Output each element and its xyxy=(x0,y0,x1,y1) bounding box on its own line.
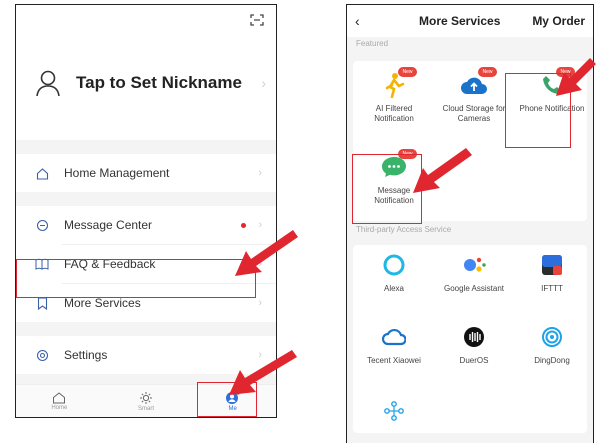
featured-section-label: Featured xyxy=(356,39,389,48)
service-cloud-storage[interactable]: New Cloud Storage for Cameras xyxy=(438,67,510,124)
new-badge: New xyxy=(398,67,417,77)
service-name: Google Assistant xyxy=(443,284,505,293)
service-network[interactable] xyxy=(358,395,430,427)
menu-group-1: Home Management › xyxy=(16,154,276,192)
service-google-assistant[interactable]: Google Assistant xyxy=(438,249,510,294)
xiaowei-icon xyxy=(382,328,406,346)
service-ifttt[interactable]: IFTTT xyxy=(516,249,588,294)
menu-item-label: Message Center xyxy=(64,218,153,232)
tab-label: Smart xyxy=(138,405,155,412)
chevron-right-icon: › xyxy=(258,219,262,231)
third-party-section-label: Third-party Access Service xyxy=(356,225,452,234)
service-alexa[interactable]: Alexa xyxy=(358,249,430,294)
menu-item-label: More Services xyxy=(64,296,141,310)
service-dueros[interactable]: DuerOS xyxy=(438,321,510,366)
me-screen: Tap to Set Nickname › Home Management › … xyxy=(15,4,277,418)
home-tab-icon xyxy=(53,392,66,404)
message-notification-highlight-box xyxy=(352,154,422,224)
home-icon xyxy=(34,165,50,181)
avatar[interactable] xyxy=(34,68,62,98)
back-icon[interactable]: ‹ xyxy=(355,13,360,29)
page-title: More Services xyxy=(419,14,501,28)
google-assistant-icon xyxy=(464,257,486,272)
cloud-upload-icon xyxy=(461,77,487,94)
menu-item-settings[interactable]: Settings › xyxy=(16,336,276,374)
more-services-highlight-box xyxy=(16,259,256,298)
menu-group-3: Settings › xyxy=(16,336,276,374)
menu-item-message-center[interactable]: Message Center › xyxy=(16,206,276,244)
menu-item-home-management[interactable]: Home Management › xyxy=(16,154,276,192)
menu-item-label: Home Management xyxy=(64,166,170,180)
alexa-icon xyxy=(383,254,405,276)
tab-label: Home xyxy=(51,405,68,411)
dueros-icon xyxy=(464,327,484,347)
service-name: Cloud Storage for Cameras xyxy=(442,104,506,123)
dingdong-icon xyxy=(542,327,562,347)
service-name: Tecent Xiaowei xyxy=(367,356,421,365)
service-name: DuerOS xyxy=(459,356,489,365)
service-name: Alexa xyxy=(383,284,404,293)
chevron-right-icon: › xyxy=(261,75,266,91)
third-party-card: Alexa Google Assistant IFTTT Tecent Xiao… xyxy=(353,245,587,433)
my-order-link[interactable]: My Order xyxy=(532,14,585,28)
service-name: IFTTT xyxy=(541,284,563,293)
unread-dot xyxy=(241,223,246,228)
service-tecent-xiaowei[interactable]: Tecent Xiaowei xyxy=(358,321,430,366)
scan-icon[interactable] xyxy=(250,14,264,26)
phone-notification-highlight-box xyxy=(505,73,571,148)
profile-header: Tap to Set Nickname › xyxy=(16,5,276,140)
me-tab-highlight-box xyxy=(197,382,257,417)
menu-item-label: Settings xyxy=(64,348,108,362)
ifttt-icon xyxy=(542,255,562,275)
network-icon xyxy=(384,401,404,421)
service-dingdong[interactable]: DingDong xyxy=(516,321,588,366)
tab-smart[interactable]: Smart xyxy=(103,385,190,417)
nav-header: ‹ More Services My Order xyxy=(347,5,593,37)
profile-row[interactable]: Tap to Set Nickname › xyxy=(34,63,266,103)
message-icon xyxy=(34,217,50,233)
service-ai-filtered-notification[interactable]: New AI Filtered Notification xyxy=(358,67,430,124)
sun-icon xyxy=(140,391,152,404)
chevron-right-icon: › xyxy=(258,167,262,179)
settings-icon xyxy=(34,347,50,363)
service-name: DingDong xyxy=(534,356,570,365)
service-name: AI Filtered Notification xyxy=(374,104,414,123)
nickname-label[interactable]: Tap to Set Nickname xyxy=(76,73,242,93)
tab-home[interactable]: Home xyxy=(16,385,103,417)
new-badge: New xyxy=(478,67,497,77)
screenshot-stage: Tap to Set Nickname › Home Management › … xyxy=(0,0,596,443)
chevron-right-icon: › xyxy=(258,258,262,270)
chevron-right-icon: › xyxy=(258,349,262,361)
chevron-right-icon: › xyxy=(258,297,262,309)
